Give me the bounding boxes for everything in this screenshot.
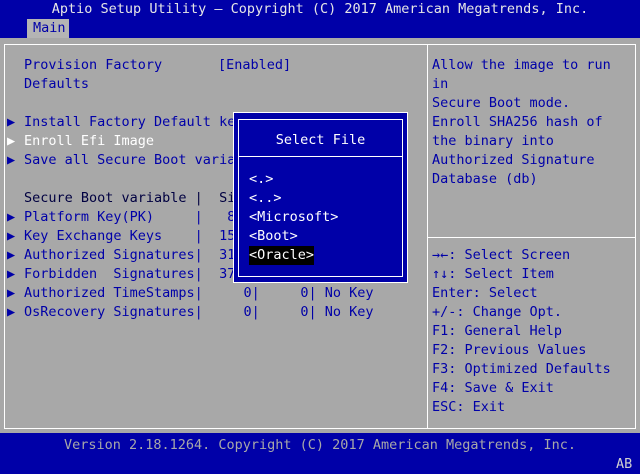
dialog-title: Select File <box>275 132 366 148</box>
variable-row-kek[interactable]: Key Exchange Keys | 15 <box>24 227 235 246</box>
variable-row-pk[interactable]: Platform Key(PK) | 8 <box>24 208 235 227</box>
file-option-parent-dir[interactable]: <..> <box>249 189 282 208</box>
provision-factory-value[interactable]: [Enabled] <box>218 56 291 75</box>
version-text: Version 2.18.1264. Copyright (C) 2017 Am… <box>63 437 577 453</box>
key-hint-enter: Enter: Select <box>432 285 538 301</box>
tab-main[interactable]: Main <box>27 19 69 38</box>
help-text-line: Enroll SHA256 hash of <box>432 114 603 130</box>
key-hint-f4: F4: Save & Exit <box>432 380 554 396</box>
window-title: Aptio Setup Utility – Copyright (C) 2017… <box>51 1 589 17</box>
variable-row-dbx[interactable]: Forbidden Signatures| 37 <box>24 265 235 284</box>
corner-indicator: AB <box>616 456 633 472</box>
key-hint-select-item: ↑↓: Select Item <box>432 266 554 282</box>
submenu-arrow-icon: ▶ <box>7 209 16 225</box>
key-hint-esc: ESC: Exit <box>432 399 506 415</box>
submenu-arrow-icon: ▶ <box>7 152 16 168</box>
help-divider <box>428 237 635 238</box>
help-text-line: Secure Boot mode. <box>432 95 571 111</box>
help-text-line: Database (db) <box>432 171 538 187</box>
submenu-arrow-icon: ▶ <box>7 228 16 244</box>
submenu-arrow-icon: ▶ <box>7 285 16 301</box>
help-text-line: Authorized Signature <box>432 152 595 168</box>
file-option-boot[interactable]: <Boot> <box>249 227 298 246</box>
menu-install-factory-default[interactable]: Install Factory Default ke <box>24 113 235 132</box>
submenu-arrow-icon: ▶ <box>7 247 16 263</box>
variable-row-dbr[interactable]: OsRecovery Signatures| 0| 0| No Key <box>24 303 374 322</box>
help-text-line: Allow the image to run <box>432 57 611 73</box>
submenu-arrow-icon: ▶ <box>7 114 16 130</box>
variable-row-dbt[interactable]: Authorized TimeStamps| 0| 0| No Key <box>24 284 374 303</box>
submenu-arrow-icon: ▶ <box>7 133 16 149</box>
file-option-current-dir[interactable]: <.> <box>249 170 273 189</box>
menu-enroll-efi-image[interactable]: Enroll Efi Image <box>24 132 154 151</box>
dialog-separator <box>239 156 402 157</box>
file-option-microsoft[interactable]: <Microsoft> <box>249 208 338 227</box>
menu-save-all-secure-boot[interactable]: Save all Secure Boot varia <box>24 151 235 170</box>
help-text-line: the binary into <box>432 133 554 149</box>
key-hint-change-opt: +/-: Change Opt. <box>432 304 563 320</box>
provision-factory-label: Provision Factory <box>24 57 163 73</box>
submenu-arrow-icon: ▶ <box>7 266 16 282</box>
help-text-line: in <box>432 76 449 92</box>
file-option-oracle[interactable]: <Oracle> <box>249 246 315 265</box>
key-hint-f3: F3: Optimized Defaults <box>432 361 611 377</box>
submenu-arrow-icon: ▶ <box>7 304 16 320</box>
provision-factory-label-line2: Defaults <box>24 76 90 92</box>
variable-row-db[interactable]: Authorized Signatures| 31 <box>24 246 235 265</box>
key-hint-f2: F2: Previous Values <box>432 342 587 358</box>
key-hint-f1: F1: General Help <box>432 323 563 339</box>
key-hint-select-screen: →←: Select Screen <box>432 247 571 263</box>
variable-table-header: Secure Boot variable | Si <box>24 190 236 206</box>
